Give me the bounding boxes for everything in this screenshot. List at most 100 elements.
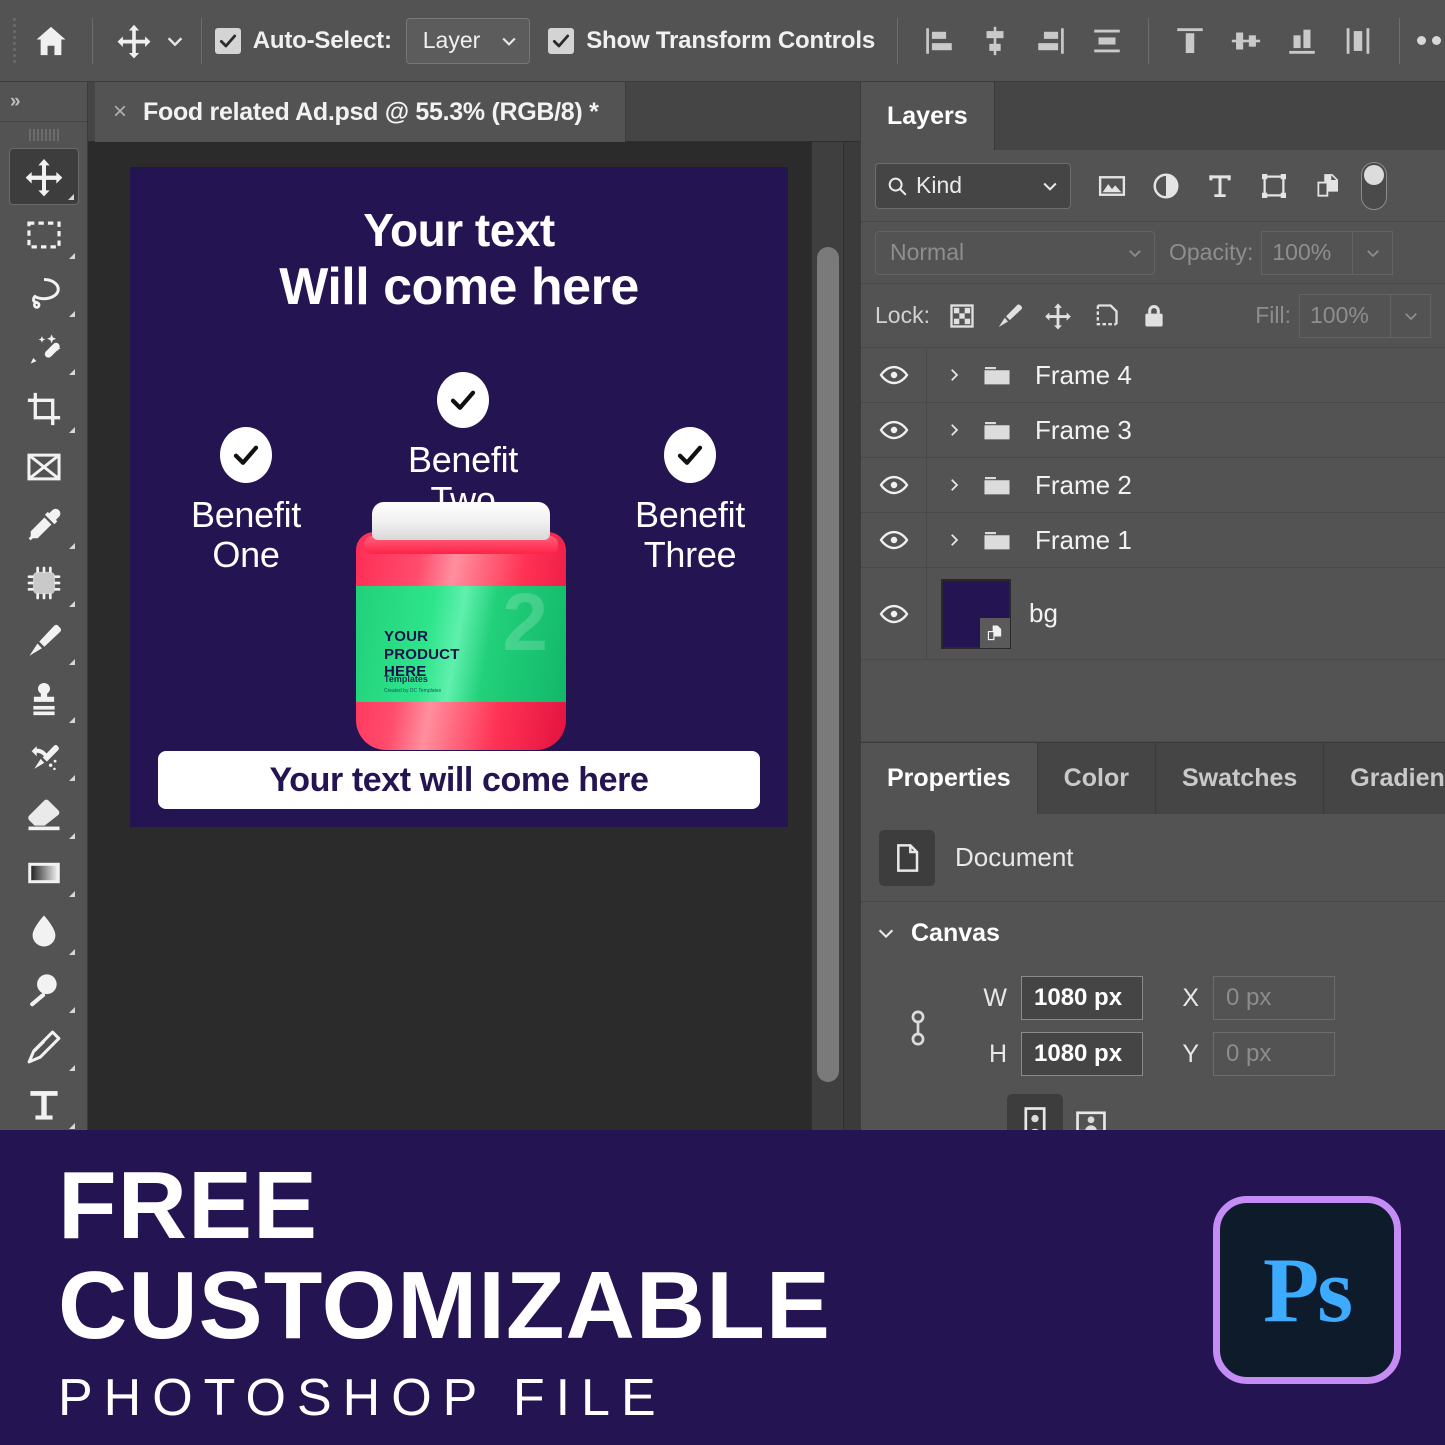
fill-input[interactable]: 100%	[1299, 294, 1391, 338]
fill-chevron-down-icon[interactable]	[1391, 294, 1431, 338]
chevron-right-icon[interactable]	[937, 366, 971, 384]
frame-tool[interactable]	[9, 438, 79, 495]
distribute-vertical-icon[interactable]	[1330, 13, 1386, 69]
toolbar-grip[interactable]	[0, 122, 87, 148]
tab-color[interactable]: Color	[1038, 743, 1156, 814]
document-tab[interactable]: × Food related Ad.psd @ 55.3% (RGB/8) *	[95, 82, 626, 142]
smart-object-filter-icon[interactable]	[1301, 163, 1355, 209]
table-row[interactable]: bg	[861, 568, 1445, 660]
adjustment-layer-filter-icon[interactable]	[1139, 163, 1193, 209]
dodge-tool[interactable]	[9, 960, 79, 1017]
show-transform-controls-checkbox[interactable]	[548, 28, 574, 54]
options-bar-grip[interactable]	[6, 17, 23, 65]
distribute-horizontal-icon[interactable]	[1079, 13, 1135, 69]
rectangular-marquee-tool[interactable]	[9, 206, 79, 263]
auto-select-dropdown[interactable]: Layer	[406, 18, 530, 64]
eyedropper-tool[interactable]	[9, 496, 79, 553]
brush-tool[interactable]	[9, 612, 79, 669]
eye-icon[interactable]	[861, 458, 927, 512]
canvas-y-input[interactable]: 0 px	[1213, 1032, 1335, 1076]
auto-select-checkbox[interactable]	[215, 28, 241, 54]
layer-name: Frame 4	[1035, 360, 1132, 391]
align-left-edges-icon[interactable]	[911, 13, 967, 69]
canvas-height-row: H 1080 px Y 0 px	[861, 1026, 1445, 1082]
crop-tool[interactable]	[9, 380, 79, 437]
align-top-edges-icon[interactable]	[1162, 13, 1218, 69]
close-icon[interactable]: ×	[113, 100, 127, 124]
benefit-three-line-2: Three	[600, 535, 780, 575]
canvas-vertical-scrollbar[interactable]	[811, 142, 844, 1130]
align-vertical-centers-icon[interactable]	[1218, 13, 1274, 69]
layer-name: bg	[1029, 598, 1058, 629]
benefit-item-one: Benefit One	[156, 427, 336, 574]
eye-icon[interactable]	[861, 513, 927, 567]
chevron-right-icon[interactable]	[937, 476, 971, 494]
jar-label-brand: Templates	[384, 674, 428, 684]
canvas-height-input[interactable]: 1080 px	[1021, 1032, 1143, 1076]
lock-position-icon[interactable]	[1034, 292, 1082, 340]
more-options-icon[interactable]	[1413, 36, 1445, 45]
tools-panel: »	[0, 82, 88, 1130]
blend-mode-select[interactable]: Normal	[875, 231, 1155, 275]
type-layer-filter-icon[interactable]	[1193, 163, 1247, 209]
filter-toggle-switch[interactable]	[1361, 162, 1387, 210]
table-row[interactable]: Frame 2	[861, 458, 1445, 513]
canvas-width-input[interactable]: 1080 px	[1021, 976, 1143, 1020]
tab-layers[interactable]: Layers	[861, 82, 995, 150]
layer-kind-filter-select[interactable]: Kind	[875, 163, 1071, 209]
table-row[interactable]: Frame 3	[861, 403, 1445, 458]
pen-tool[interactable]	[9, 1018, 79, 1075]
layers-blend-row: Normal Opacity: 100%	[861, 222, 1445, 284]
lasso-tool[interactable]	[9, 264, 79, 321]
lock-artboard-nesting-icon[interactable]	[1082, 292, 1130, 340]
gradient-tool[interactable]	[9, 844, 79, 901]
move-tool[interactable]	[9, 148, 79, 205]
canvas-section-header[interactable]: Canvas	[861, 902, 1445, 964]
lock-transparent-pixels-icon[interactable]	[938, 292, 986, 340]
table-row[interactable]: Frame 4	[861, 348, 1445, 403]
tab-swatches[interactable]: Swatches	[1156, 743, 1324, 814]
layer-kind-label: Kind	[916, 172, 1040, 199]
eraser-tool[interactable]	[9, 786, 79, 843]
align-horizontal-centers-icon[interactable]	[967, 13, 1023, 69]
smart-object-badge-icon	[980, 618, 1010, 648]
tool-preset-chevron-down-icon[interactable]	[162, 13, 188, 69]
horizontal-type-tool[interactable]	[9, 1076, 79, 1133]
jar-label-credit: Created by DC Templates	[384, 688, 441, 694]
chevron-right-icon[interactable]	[937, 421, 971, 439]
move-tool-icon[interactable]	[106, 13, 162, 69]
object-selection-tool[interactable]	[9, 322, 79, 379]
eye-icon[interactable]	[861, 403, 927, 457]
clone-stamp-tool[interactable]	[9, 670, 79, 727]
table-row[interactable]: Frame 1	[861, 513, 1445, 568]
artboard[interactable]: Your text Will come here Benefit One Ben…	[130, 167, 788, 827]
lock-image-pixels-icon[interactable]	[986, 292, 1034, 340]
align-right-edges-icon[interactable]	[1023, 13, 1079, 69]
opacity-chevron-down-icon[interactable]	[1353, 231, 1393, 275]
scrollbar-thumb[interactable]	[817, 247, 839, 1082]
toolbar-collapse-button[interactable]: »	[0, 82, 87, 122]
canvas-section-title: Canvas	[911, 919, 1000, 948]
auto-select-value: Layer	[423, 27, 481, 54]
history-brush-tool[interactable]	[9, 728, 79, 785]
eye-icon[interactable]	[861, 568, 927, 659]
eye-icon[interactable]	[861, 348, 927, 402]
home-icon[interactable]	[23, 13, 79, 69]
canvas-x-input[interactable]: 0 px	[1213, 976, 1335, 1020]
lock-all-icon[interactable]	[1130, 292, 1178, 340]
tab-gradients[interactable]: Gradients	[1324, 743, 1445, 814]
chevron-right-icon[interactable]	[937, 531, 971, 549]
canvas-viewport[interactable]: Your text Will come here Benefit One Ben…	[88, 142, 825, 1130]
folder-icon	[971, 414, 1023, 446]
align-bottom-edges-icon[interactable]	[1274, 13, 1330, 69]
pixel-layer-filter-icon[interactable]	[1085, 163, 1139, 209]
link-dimensions-icon[interactable]	[905, 1008, 931, 1048]
opacity-input[interactable]: 100%	[1261, 231, 1353, 275]
tab-properties[interactable]: Properties	[861, 743, 1038, 814]
promo-line-2: CUSTOMIZABLE	[58, 1258, 831, 1354]
right-panel-dock: Layers Kind	[860, 82, 1445, 1130]
blur-tool[interactable]	[9, 902, 79, 959]
spot-healing-brush-tool[interactable]	[9, 554, 79, 611]
show-transform-controls-label: Show Transform Controls	[586, 27, 875, 55]
shape-layer-filter-icon[interactable]	[1247, 163, 1301, 209]
